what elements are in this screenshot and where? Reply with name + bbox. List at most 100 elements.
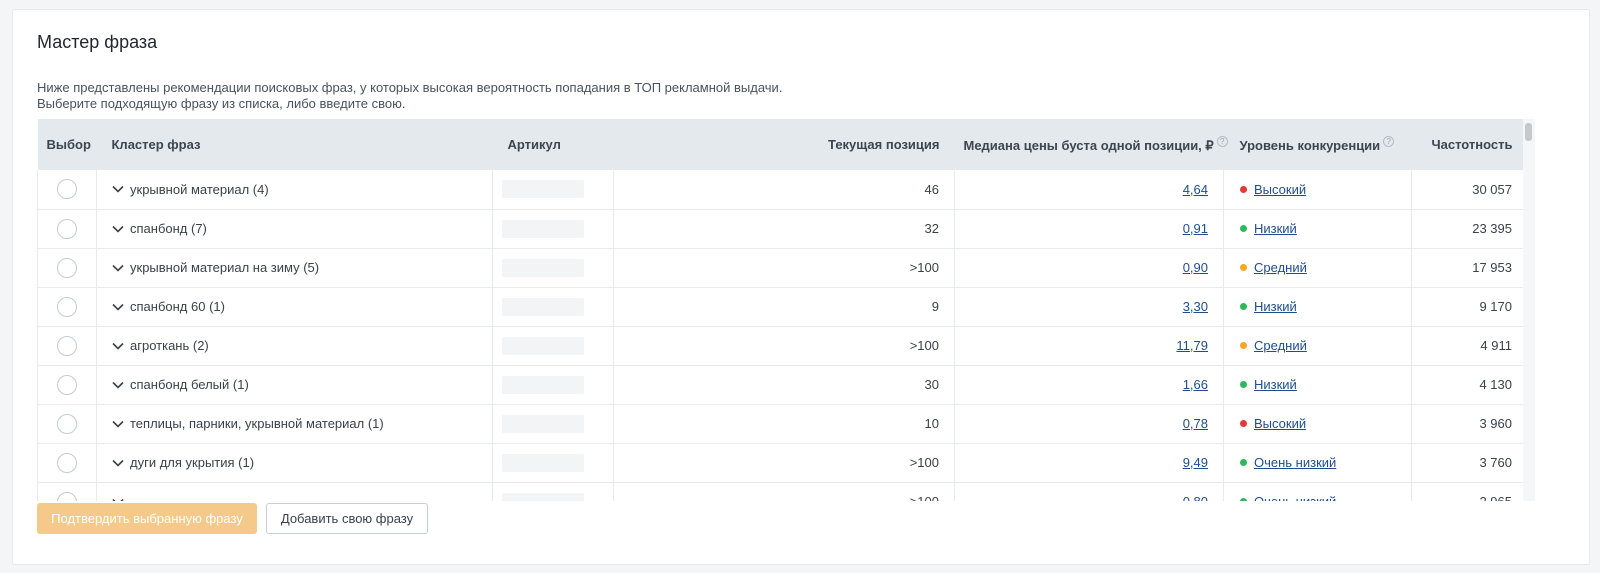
chevron-down-icon[interactable] [112, 459, 124, 467]
table-row[interactable]: спанбонд (7) 32 0,91 Низкий 23 395 [37, 209, 1528, 249]
competition-cell: Высокий [1223, 170, 1412, 210]
cluster-cell: теплицы, парники, укрывной материал (1) [96, 404, 493, 444]
sku-cell [492, 287, 614, 327]
header-cluster: Кластер фраз [96, 119, 493, 170]
row-select-radio[interactable] [57, 257, 77, 278]
cluster-label: агроткань (2) [130, 338, 209, 353]
competition-level-link[interactable]: Очень низкий [1254, 494, 1336, 501]
competition-level-link[interactable]: Очень низкий [1254, 455, 1336, 470]
position-cell: 9 [613, 287, 955, 327]
competition-level-link[interactable]: Средний [1254, 260, 1307, 275]
frequency-cell: 23 395 [1411, 209, 1528, 249]
median-price-link[interactable]: 3,30 [1183, 299, 1208, 314]
frequency-cell: 3 760 [1411, 443, 1528, 483]
table-row[interactable]: >100 0,80 Очень низкий 2 965 [37, 482, 1528, 502]
competition-level-link[interactable]: Высокий [1254, 182, 1306, 197]
sku-cell [492, 404, 614, 444]
competition-cell: Средний [1223, 326, 1412, 366]
header-select: Выбор [37, 119, 97, 170]
add-own-phrase-button[interactable]: Добавить свою фразу [266, 503, 428, 534]
competition-status-dot [1240, 498, 1247, 501]
table-row[interactable]: спанбонд 60 (1) 9 3,30 Низкий 9 170 [37, 287, 1528, 327]
median-price-link[interactable]: 0,78 [1183, 416, 1208, 431]
table-scrollbar[interactable] [1523, 119, 1535, 501]
median-price-link[interactable]: 0,80 [1183, 494, 1208, 501]
table-row[interactable]: дуги для укрытия (1) >100 9,49 Очень низкий… [37, 443, 1528, 483]
position-cell: >100 [613, 248, 955, 288]
cluster-label: дуги для укрытия (1) [130, 455, 255, 470]
median-price-link[interactable]: 1,66 [1183, 377, 1208, 392]
frequency-cell: 17 953 [1411, 248, 1528, 288]
confirm-phrase-button[interactable]: Подтвердить выбранную фразу [37, 503, 257, 534]
median-price-link[interactable]: 0,91 [1183, 221, 1208, 236]
competition-status-dot [1240, 225, 1247, 232]
frequency-cell: 9 170 [1411, 287, 1528, 327]
median-price-link[interactable]: 9,49 [1183, 455, 1208, 470]
row-select-radio[interactable] [57, 335, 77, 356]
scrollbar-thumb[interactable] [1525, 123, 1532, 141]
question-circle-icon[interactable]: ? [1383, 136, 1395, 147]
competition-level-link[interactable]: Средний [1254, 338, 1307, 353]
row-select-radio[interactable] [57, 452, 77, 473]
median-price-link[interactable]: 4,64 [1183, 182, 1208, 197]
select-cell [37, 287, 97, 327]
median-cell: 4,64 [954, 170, 1224, 210]
row-select-radio[interactable] [57, 296, 77, 317]
median-cell: 0,91 [954, 209, 1224, 249]
competition-cell: Средний [1223, 248, 1412, 288]
competition-level-link[interactable]: Низкий [1254, 221, 1297, 236]
header-median-cell: Медиана цены буста одной позиции, ₽? [954, 119, 1228, 170]
cluster-label: спанбонд белый (1) [130, 377, 249, 392]
median-price-link[interactable]: 0,90 [1183, 260, 1208, 275]
description-line-2: Выберите подходящую фразу из списка, либ… [37, 96, 406, 111]
table-row[interactable]: агроткань (2) >100 11,79 Средний 4 911 [37, 326, 1528, 366]
sku-placeholder [502, 336, 584, 355]
chevron-down-icon[interactable] [112, 420, 124, 428]
table-row[interactable]: укрывной материал (4) 46 4,64 Высокий 30 057 [37, 170, 1528, 210]
select-cell [37, 209, 97, 249]
phrase-master-panel: Мастер фраза Ниже представлены рекоменда… [12, 9, 1590, 565]
row-select-radio[interactable] [57, 374, 77, 395]
competition-status-dot [1240, 420, 1247, 427]
competition-level-link[interactable]: Низкий [1254, 299, 1297, 314]
panel-title: Мастер фраза [37, 32, 158, 52]
sku-placeholder [502, 219, 584, 238]
sku-cell [492, 209, 614, 249]
sku-cell [492, 482, 614, 501]
row-select-radio[interactable] [57, 218, 77, 239]
chevron-down-icon[interactable] [112, 185, 124, 193]
chevron-down-icon[interactable] [112, 225, 124, 233]
chevron-down-icon[interactable] [112, 342, 124, 350]
median-price-link[interactable]: 11,79 [1176, 338, 1208, 353]
table-row[interactable]: теплицы, парники, укрывной материал (1) 1… [37, 404, 1528, 444]
chevron-down-icon[interactable] [112, 498, 124, 502]
question-circle-icon[interactable]: ? [1216, 135, 1228, 147]
header-sku: Артикул [492, 119, 614, 170]
sku-cell [492, 326, 614, 366]
cluster-cell: спанбонд 60 (1) [96, 287, 493, 327]
competition-status-dot [1240, 185, 1247, 193]
competition-cell: Высокий [1223, 404, 1412, 444]
competition-level-link[interactable]: Высокий [1254, 416, 1306, 431]
row-select-radio[interactable] [57, 491, 77, 501]
frequency-cell: 30 057 [1411, 170, 1528, 210]
chevron-down-icon[interactable] [112, 264, 124, 272]
sku-placeholder [502, 414, 584, 433]
sku-placeholder [502, 453, 584, 472]
phrase-table-scroll-area[interactable]: Выбор Кластер фраз Артикул Текущая позиц… [37, 119, 1547, 501]
select-cell [37, 326, 97, 366]
row-select-radio[interactable] [57, 179, 77, 200]
row-select-radio[interactable] [57, 413, 77, 434]
competition-level-link[interactable]: Низкий [1254, 377, 1297, 392]
chevron-down-icon[interactable] [112, 303, 124, 311]
header-competition: Уровень конкуренции [1239, 138, 1381, 153]
select-cell [37, 443, 97, 483]
header-position: Текущая позиция [613, 119, 955, 170]
competition-cell: Очень низкий [1223, 443, 1412, 483]
chevron-down-icon[interactable] [112, 381, 124, 389]
frequency-cell: 2 965 [1411, 482, 1528, 501]
table-row[interactable]: укрывной материал на зиму (5) >100 0,90 Сре… [37, 248, 1528, 288]
cluster-cell: спанбонд (7) [96, 209, 493, 249]
median-cell: 3,30 [954, 287, 1224, 327]
table-row[interactable]: спанбонд белый (1) 30 1,66 Низкий 4 130 [37, 365, 1528, 405]
